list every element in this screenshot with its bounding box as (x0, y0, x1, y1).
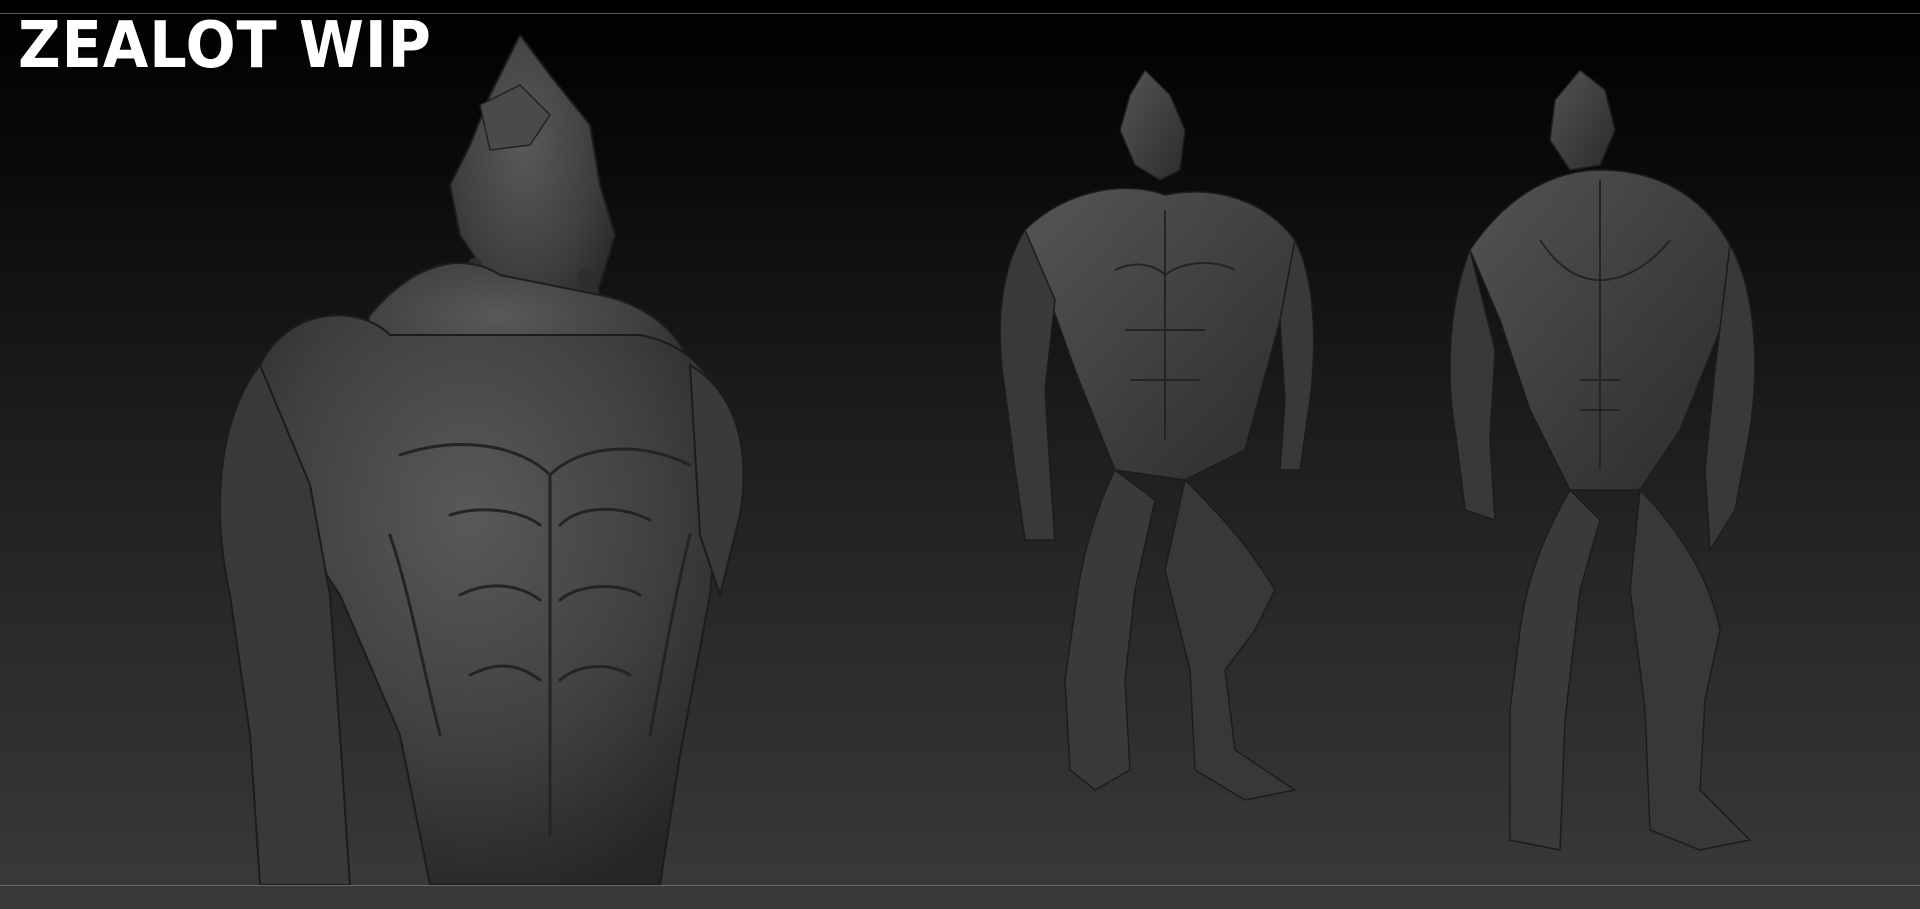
sculpt-fullbody-front (995, 70, 1340, 870)
bottom-divider-line (0, 885, 1920, 886)
sculpt-fullbody-back (1450, 70, 1790, 870)
sculpt-bust-closeup (220, 35, 840, 885)
